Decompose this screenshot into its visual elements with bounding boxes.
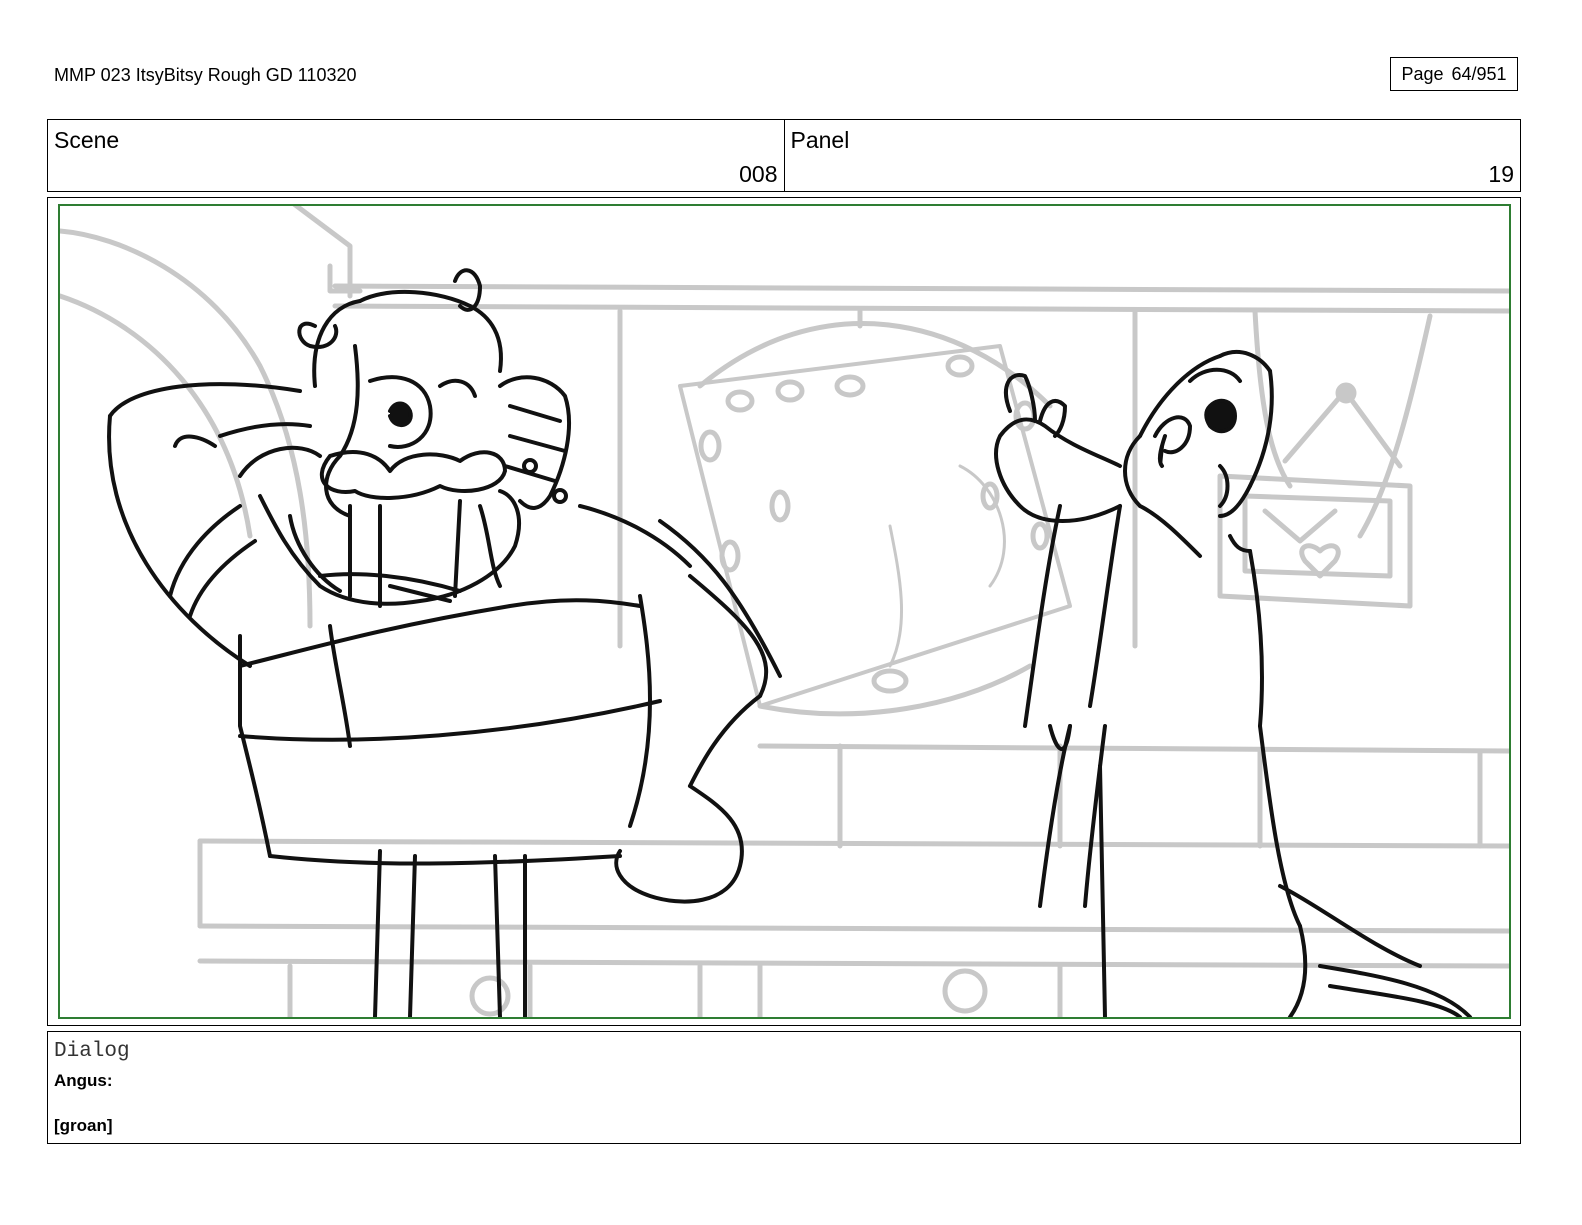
panel-cell: Panel 19 [783,120,1521,191]
walrus-character-sketch [994,350,1472,1017]
dialog-speaker: Angus: [54,1071,113,1090]
scene-number: 008 [739,161,778,187]
dialog-box: Dialog Angus: [groan] [47,1031,1521,1144]
angus-character-sketch [107,268,782,1017]
page-label: Page [1401,64,1444,84]
scene-label: Scene [54,127,120,153]
panel-label: Panel [790,127,850,153]
scene-cell: Scene 008 [48,120,784,191]
background-room-sketch [60,206,1509,1017]
page-indicator: Page 64/951 [1390,57,1518,91]
scene-panel-info: Scene 008 Panel 19 [47,119,1521,192]
dialog-label: Dialog [54,1040,130,1063]
document-title: MMP 023 ItsyBitsy Rough GD 110320 [54,65,357,85]
dialog-line: [groan] [54,1116,113,1135]
sketch-drawing [60,206,1509,1017]
page-number: 64/951 [1451,64,1507,84]
storyboard-sketch [58,204,1511,1019]
panel-number: 19 [1488,161,1514,187]
